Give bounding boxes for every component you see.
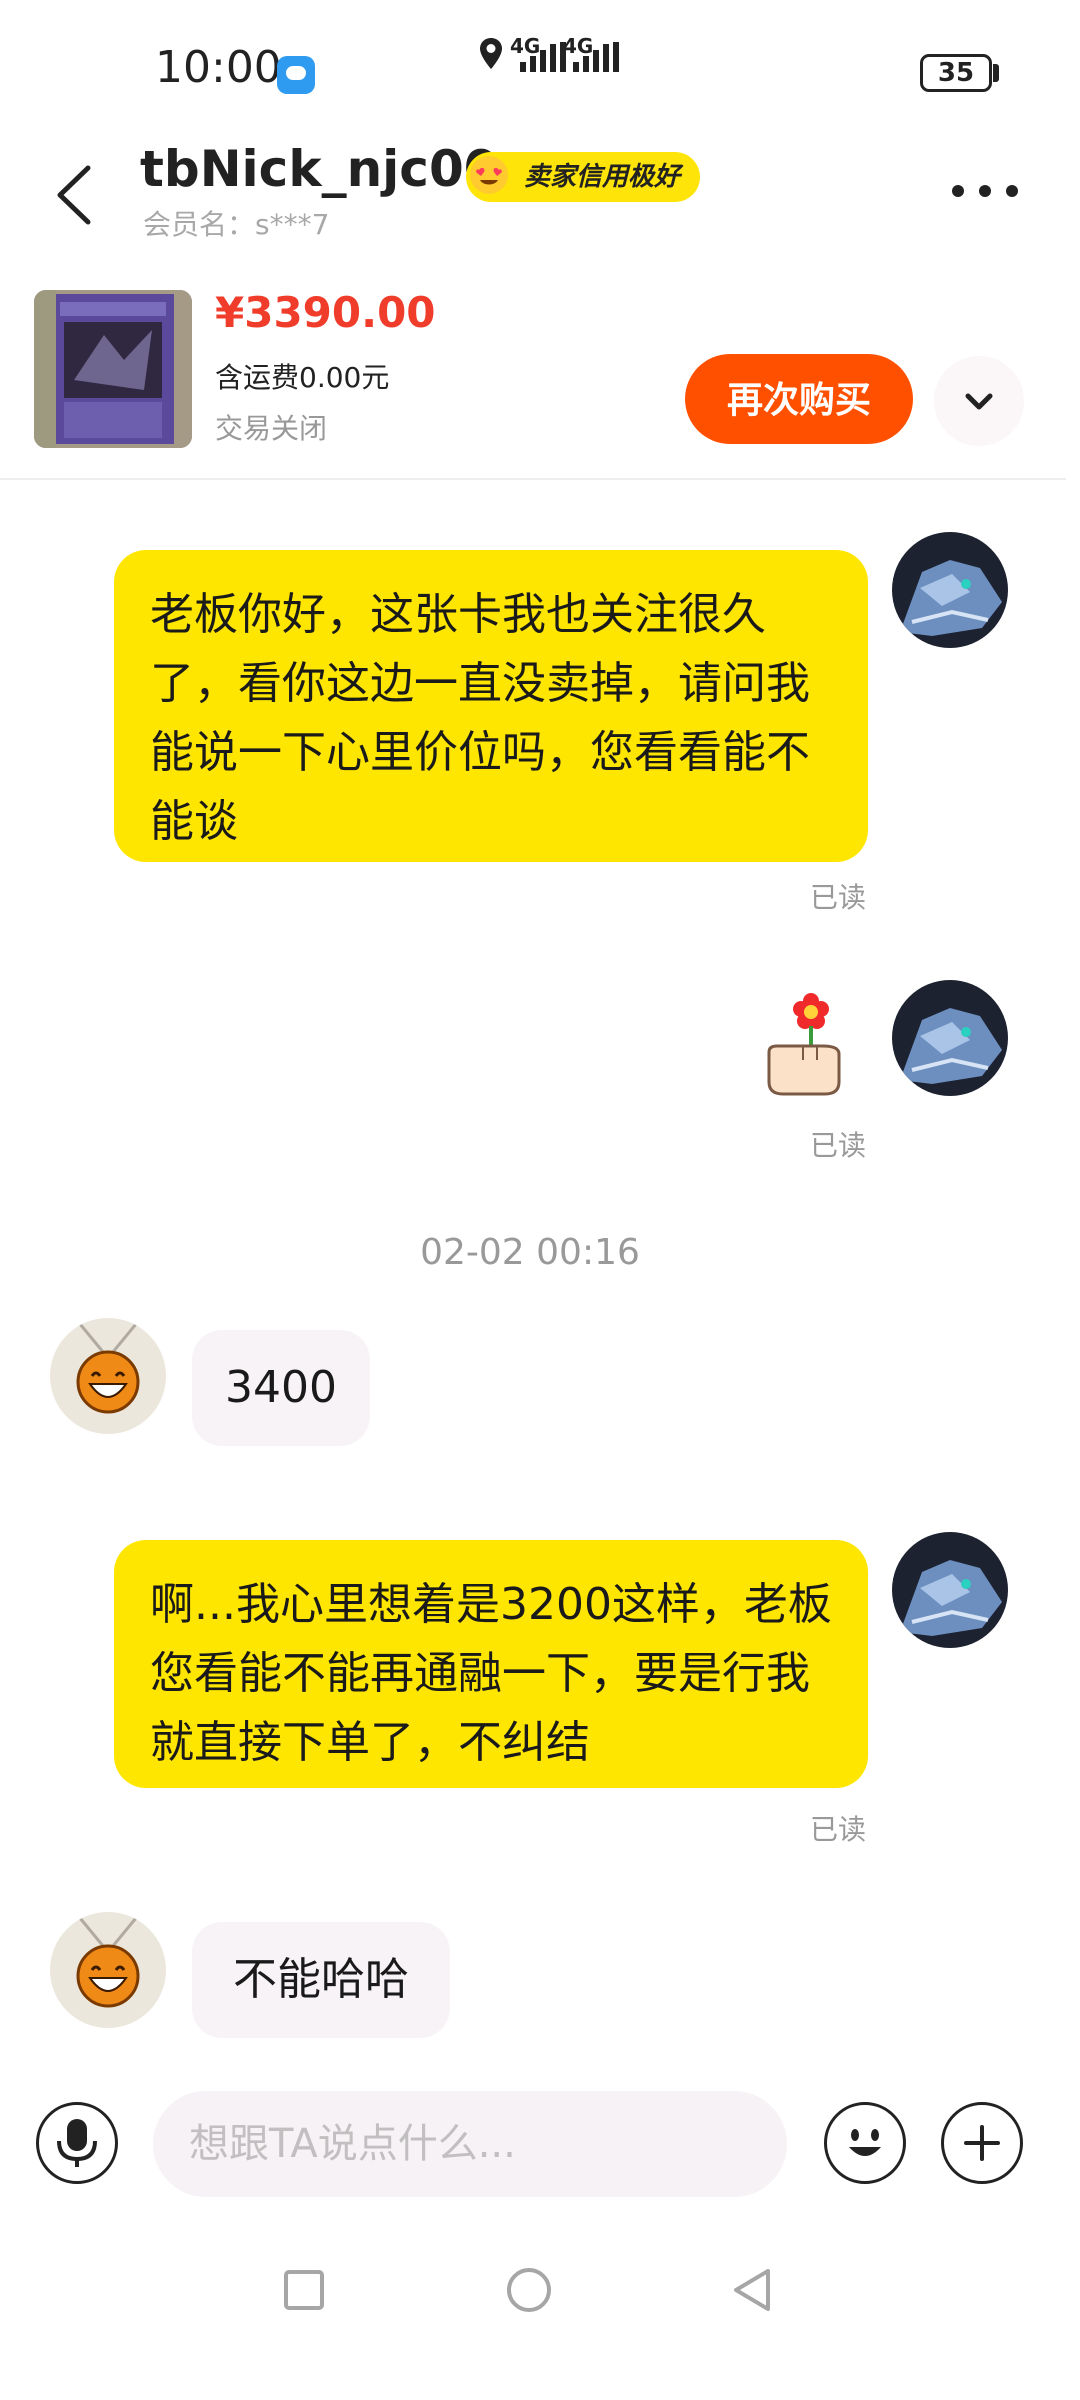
read-receipt: 已读 xyxy=(810,1813,867,1846)
my-avatar[interactable] xyxy=(892,532,1008,648)
product-thumbnail[interactable] xyxy=(34,290,192,448)
plus-icon xyxy=(964,2125,1000,2161)
trade-status: 交易关闭 xyxy=(215,412,328,445)
more-options-button[interactable] xyxy=(946,165,1026,215)
add-button[interactable] xyxy=(941,2102,1023,2184)
location-icon xyxy=(480,38,502,69)
seller-avatar[interactable] xyxy=(50,1912,166,2028)
my-avatar[interactable] xyxy=(892,980,1008,1096)
buy-again-button[interactable]: 再次购买 xyxy=(685,354,913,444)
message-input[interactable] xyxy=(153,2091,787,2197)
smiley-icon xyxy=(849,2129,881,2156)
back-nav-icon[interactable] xyxy=(728,2266,776,2314)
flower-hand-icon[interactable] xyxy=(763,990,859,1100)
outgoing-message[interactable]: 啊...我心里想着是3200这样，老板您看能不能再通融一下，要是行我就直接下单了… xyxy=(114,1540,868,1788)
read-receipt: 已读 xyxy=(810,1129,867,1162)
shipping-fee: 含运费0.00元 xyxy=(215,361,390,394)
incoming-message[interactable]: 3400 xyxy=(192,1330,370,1446)
header-divider xyxy=(0,478,1066,480)
emoji-button[interactable] xyxy=(824,2102,906,2184)
system-nav-bar xyxy=(0,2240,1080,2400)
microphone-icon xyxy=(57,2119,97,2167)
heart-eyes-emoji-icon xyxy=(470,156,508,194)
recent-apps-icon[interactable] xyxy=(282,2268,326,2312)
status-bar: 10:00 4G 4G 35 xyxy=(0,0,1080,140)
battery-icon: 35 xyxy=(920,54,992,92)
back-button[interactable] xyxy=(40,150,110,240)
signal-strength-icon xyxy=(520,42,566,72)
status-time: 10:00 xyxy=(155,42,282,93)
seller-avatar[interactable] xyxy=(50,1318,166,1434)
chat-title: tbNick_njc00 xyxy=(140,140,499,198)
chevron-down-icon xyxy=(965,393,993,410)
outgoing-message[interactable]: 老板你好，这张卡我也关注很久了，看你这边一直没卖掉，请问我能说一下心里价位吗，您… xyxy=(114,550,868,862)
battery-tip xyxy=(993,64,999,82)
voice-input-button[interactable] xyxy=(36,2102,118,2184)
message-notification-icon xyxy=(277,56,315,94)
home-icon[interactable] xyxy=(505,2266,553,2314)
signal-strength-2-icon xyxy=(573,42,619,72)
expand-button[interactable] xyxy=(934,356,1024,446)
incoming-message[interactable]: 不能哈哈 xyxy=(192,1922,450,2038)
product-price: ¥3390.00 xyxy=(215,288,436,337)
my-avatar[interactable] xyxy=(892,1532,1008,1648)
chat-timestamp: 02-02 00:16 xyxy=(420,1232,640,1273)
read-receipt: 已读 xyxy=(810,881,867,914)
member-name: 会员名：s***7 xyxy=(143,208,330,241)
